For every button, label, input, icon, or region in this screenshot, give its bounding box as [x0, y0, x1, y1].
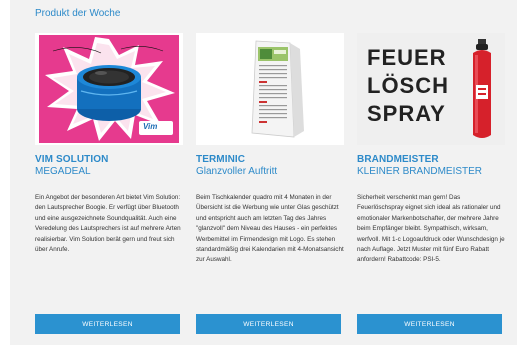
desk-calendar-image — [196, 33, 344, 145]
spray-text-line: FEUER — [367, 45, 447, 70]
card-subtitle[interactable]: Glanzvoller Auftritt — [196, 166, 277, 177]
spray-text-line: LÖSCH — [367, 73, 449, 98]
read-more-button[interactable]: WEITERLESEN — [357, 314, 502, 334]
panel-bottom — [10, 336, 517, 345]
read-more-button[interactable]: WEITERLESEN — [35, 314, 180, 334]
card-subtitle[interactable]: KLEINER BRANDMEISTER — [357, 166, 482, 177]
product-image[interactable]: FEUER LÖSCH SPRAY — [357, 33, 505, 145]
card-title[interactable]: TERMINIC — [196, 154, 245, 165]
card-body-text: Beim Tischkalender quadro mit 4 Monaten … — [196, 194, 344, 264]
spray-text-line: SPRAY — [367, 101, 446, 126]
section-title: Produkt der Woche — [35, 8, 121, 19]
fire-spray-image: FEUER LÖSCH SPRAY — [357, 33, 505, 145]
product-image[interactable] — [196, 33, 344, 145]
card-subtitle[interactable]: MEGADEAL — [35, 166, 91, 177]
product-image[interactable]: Vim — [35, 33, 183, 145]
read-more-button[interactable]: WEITERLESEN — [196, 314, 341, 334]
card-body-text: Sicherheit verschenkt man gern! Das Feue… — [357, 194, 505, 264]
spray-can-icon — [473, 39, 491, 138]
product-card-vim-solution: Vim VIM SOLUTION MEGADEAL Ein Angebot de… — [35, 33, 183, 337]
card-body-text: Ein Angebot der besonderen Art bietet Vi… — [35, 194, 181, 254]
vim-logo: Vim — [139, 121, 173, 135]
card-title[interactable]: VIM SOLUTION — [35, 154, 108, 165]
product-card-terminic: TERMINIC Glanzvoller Auftritt Beim Tisch… — [196, 33, 344, 337]
card-title[interactable]: BRANDMEISTER — [357, 154, 439, 165]
calendar-graphic — [196, 33, 344, 145]
product-card-brandmeister: FEUER LÖSCH SPRAY BRANDMEISTER KLEINER B… — [357, 33, 505, 337]
